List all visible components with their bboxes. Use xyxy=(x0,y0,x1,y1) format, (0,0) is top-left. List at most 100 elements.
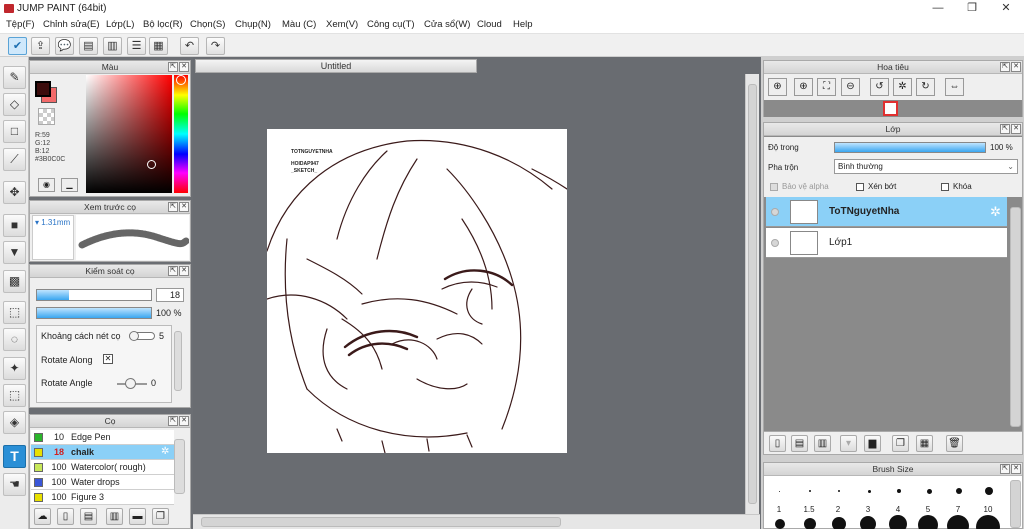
menu-select[interactable]: Chọn(S) xyxy=(190,19,225,30)
brush-opacity-slider[interactable] xyxy=(36,307,152,319)
rotate-angle-slider[interactable] xyxy=(117,378,147,389)
rect-select-icon[interactable]: ⬚ xyxy=(3,301,26,324)
saturation-value-picker[interactable] xyxy=(86,75,172,193)
menu-file[interactable]: Tệp(F) xyxy=(6,19,35,30)
brush-size-dot[interactable] xyxy=(868,490,871,493)
share-icon[interactable]: ⇪ xyxy=(31,37,50,55)
brush-settings-icon[interactable]: ▥ xyxy=(106,508,123,525)
grid-icon[interactable]: ▦ xyxy=(149,37,168,55)
panel-close-icon[interactable]: ✕ xyxy=(179,62,189,72)
rotate-along-checkbox[interactable]: ✕ xyxy=(103,354,113,364)
brush-cloud-icon[interactable]: ☁ xyxy=(34,508,51,525)
new-layer-dropdown-icon[interactable]: ▾ xyxy=(840,435,857,452)
panel-detach-icon[interactable]: ⇱ xyxy=(1000,62,1010,72)
new-brush-icon[interactable]: ▯ xyxy=(57,508,74,525)
vertical-scroll-thumb[interactable] xyxy=(748,84,757,504)
lock-option[interactable]: Khóa xyxy=(941,182,972,191)
brush-size-dot[interactable] xyxy=(804,518,816,529)
zoom-in-icon[interactable]: ⊕ xyxy=(794,78,813,96)
text-tool-icon[interactable]: T xyxy=(3,445,26,468)
duplicate-layer-icon[interactable]: ❐ xyxy=(892,435,909,452)
shape-tool-icon[interactable]: □ xyxy=(3,120,26,143)
brush-size-dot[interactable] xyxy=(832,517,846,529)
brush-item[interactable]: 100 Water drops xyxy=(31,475,174,490)
line-tool-icon[interactable]: ⟋ xyxy=(3,148,26,171)
brush-size-dot[interactable] xyxy=(918,515,938,529)
protect-alpha-option[interactable]: Bảo vệ alpha xyxy=(770,182,829,191)
hue-cursor[interactable] xyxy=(176,75,186,85)
brush-item[interactable]: 10 Edge Pen xyxy=(31,430,174,445)
brush-size-dot[interactable] xyxy=(838,490,840,492)
layer-visibility-icon[interactable] xyxy=(771,208,779,216)
menu-layer[interactable]: Lớp(L) xyxy=(106,19,134,30)
horizontal-scroll-thumb[interactable] xyxy=(201,517,561,527)
zoom-fit-icon[interactable]: ⊕ xyxy=(768,78,787,96)
restore-button[interactable]: ❐ xyxy=(955,0,989,17)
brush-size-dot[interactable] xyxy=(889,515,907,529)
brush-control-scrollbar[interactable] xyxy=(174,331,182,391)
layer-folder-icon[interactable]: ▆ xyxy=(864,435,881,452)
duplicate-brush-icon[interactable]: ❐ xyxy=(152,508,169,525)
redo-icon[interactable]: ↷ xyxy=(206,37,225,55)
brush-item[interactable]: 100 Figure 3 xyxy=(31,490,174,505)
brush-size-dot[interactable] xyxy=(985,487,993,495)
navigator-viewport[interactable] xyxy=(883,101,898,116)
brush-folder-icon[interactable]: ▤ xyxy=(80,508,97,525)
layer-visibility-icon[interactable] xyxy=(771,239,779,247)
layers-scrollbar[interactable] xyxy=(1010,207,1021,427)
close-button[interactable]: ✕ xyxy=(989,0,1023,17)
drawing-canvas[interactable]: TOTNGUYETNHA HOIDAP947 _SKETCH_ xyxy=(267,129,567,453)
fill-rect-tool-icon[interactable]: ■ xyxy=(3,214,26,237)
panel-close-icon[interactable]: ✕ xyxy=(179,416,189,426)
new-layer-icon[interactable]: ▯ xyxy=(769,435,786,452)
document-icon[interactable]: ▥ xyxy=(103,37,122,55)
primary-color-swatch[interactable] xyxy=(35,81,51,97)
menu-help[interactable]: Help xyxy=(513,19,533,30)
brush-size-dot[interactable] xyxy=(809,490,811,492)
panel-detach-icon[interactable]: ⇱ xyxy=(168,416,178,426)
panel-close-icon[interactable]: ✕ xyxy=(179,266,189,276)
document-tab[interactable]: Untitled xyxy=(195,59,477,73)
panel-close-icon[interactable]: ✕ xyxy=(1011,464,1021,474)
brush-list-scrollbar[interactable] xyxy=(174,439,185,494)
menu-window[interactable]: Cửa sổ(W) xyxy=(424,19,470,30)
layer-row[interactable]: Lớp1 xyxy=(766,228,1007,258)
minimize-button[interactable]: — xyxy=(921,0,955,17)
brush-size-slider[interactable] xyxy=(36,289,152,301)
merge-layer-icon[interactable]: ▦ xyxy=(916,435,933,452)
undo-icon[interactable]: ↶ xyxy=(180,37,199,55)
new-layer-raster-icon[interactable]: ▤ xyxy=(791,435,808,452)
rotate-left-icon[interactable]: ↺ xyxy=(870,78,889,96)
brush-size-dot[interactable] xyxy=(956,488,962,494)
layer-settings-gear-icon[interactable]: ✲ xyxy=(990,204,1001,220)
panel-detach-icon[interactable]: ⇱ xyxy=(1000,464,1010,474)
gradient-tool-icon[interactable]: ▩ xyxy=(3,270,26,293)
menu-view[interactable]: Xem(V) xyxy=(326,19,358,30)
brush-settings-gear-icon[interactable]: ✲ xyxy=(161,445,169,459)
clipping-option[interactable]: Xén bớt xyxy=(856,182,896,191)
new-layer-halftone-icon[interactable]: ▥ xyxy=(814,435,831,452)
panel-detach-icon[interactable]: ⇱ xyxy=(168,62,178,72)
list-icon[interactable]: ☰ xyxy=(127,37,146,55)
transparent-color-swatch[interactable] xyxy=(38,108,55,125)
menu-tools[interactable]: Công cụ(T) xyxy=(367,19,415,30)
magic-wand-icon[interactable]: ✦ xyxy=(3,357,26,380)
menu-capture[interactable]: Chụp(N) xyxy=(235,19,271,30)
select-pen-icon[interactable]: ⬚ xyxy=(3,384,26,407)
brush-group-icon[interactable]: ▬ xyxy=(129,508,146,525)
brush-size-dot[interactable] xyxy=(779,491,780,492)
menu-color[interactable]: Màu (C) xyxy=(282,19,316,30)
blend-mode-select[interactable]: Bình thường ⌄ xyxy=(834,159,1018,174)
spacing-toggle[interactable] xyxy=(129,331,155,341)
reset-view-icon[interactable]: ✲ xyxy=(893,78,912,96)
brush-size-value[interactable]: 18 xyxy=(156,288,184,302)
brush-size-dot[interactable] xyxy=(775,519,785,529)
layer-row-selected[interactable]: ToTNguyetNha ✲ xyxy=(766,197,1007,227)
navigator-preview[interactable] xyxy=(764,100,1022,117)
menu-edit[interactable]: Chỉnh sửa(E) xyxy=(43,19,100,30)
brush-size-dot[interactable] xyxy=(947,515,969,529)
delete-layer-icon[interactable]: 🗑 xyxy=(946,435,963,452)
message-icon[interactable]: ▤ xyxy=(79,37,98,55)
color-menu-icon[interactable]: ▁ xyxy=(61,178,78,192)
brush-size-dot[interactable] xyxy=(976,515,1000,529)
